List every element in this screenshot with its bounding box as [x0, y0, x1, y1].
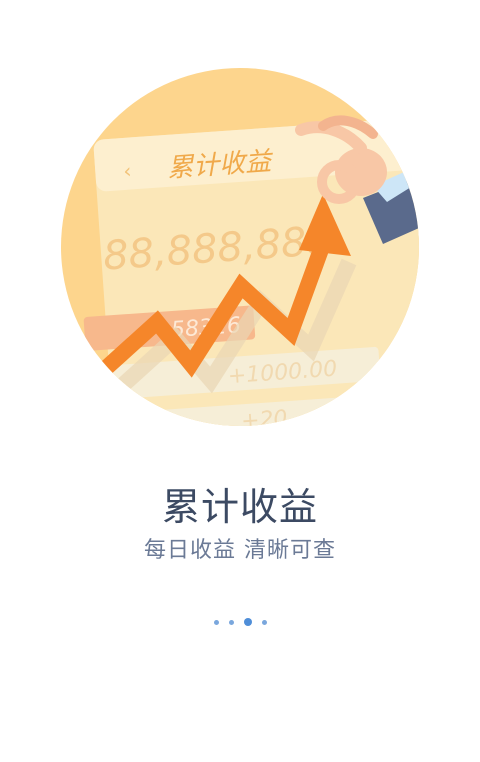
onboarding-illustration: ‹ 累计收益 88,888,888 +58326 +1000.00 +20: [61, 68, 419, 426]
card-row-3: +20: [240, 406, 288, 426]
page-dot-3-active[interactable]: [243, 618, 252, 626]
page-dot-2[interactable]: [228, 619, 234, 625]
page-dot-4[interactable]: [261, 619, 267, 625]
card-back-icon: ‹: [123, 158, 133, 182]
page-indicator: [0, 618, 480, 626]
page-subtitle: 每日收益 清晰可查: [144, 538, 336, 563]
page-title: 累计收益: [161, 485, 318, 529]
illustration-svg: ‹ 累计收益 88,888,888 +58326 +1000.00 +20: [83, 115, 419, 426]
page-dot-1[interactable]: [213, 619, 219, 625]
